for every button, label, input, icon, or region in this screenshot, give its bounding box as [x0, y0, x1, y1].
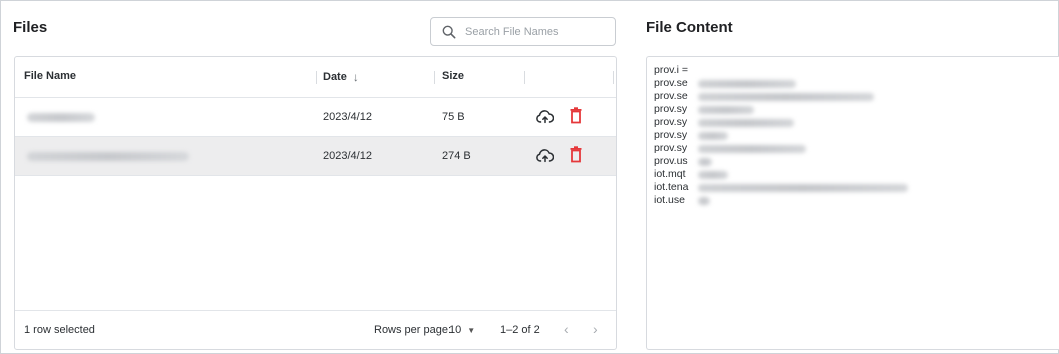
file-name-redacted [27, 152, 189, 161]
redacted-value [698, 132, 728, 140]
search-input[interactable] [465, 25, 615, 38]
caret-down-icon: ▼ [467, 325, 476, 335]
table-header: File Name Date ↓ Size [15, 57, 616, 98]
pagination-range: 1–2 of 2 [500, 324, 540, 336]
rows-per-page-value: 10 [449, 324, 462, 336]
redacted-value [698, 171, 728, 179]
column-header-size[interactable]: Size [442, 70, 464, 82]
app-frame: Files File Name Date ↓ Size [0, 0, 1059, 354]
file-date: 2023/4/12 [323, 111, 372, 123]
content-line: prov.i = [654, 64, 688, 76]
column-header-date[interactable]: Date ↓ [323, 70, 359, 84]
redacted-value [698, 93, 874, 101]
trash-icon[interactable] [570, 146, 582, 163]
search-field[interactable] [430, 17, 616, 46]
file-name-redacted [27, 113, 95, 122]
file-date: 2023/4/12 [323, 150, 372, 162]
column-separator[interactable] [524, 71, 525, 84]
rows-per-page-select[interactable]: 10 ▼ [449, 324, 475, 336]
file-size: 274 B [442, 150, 471, 162]
file-size: 75 B [442, 111, 465, 123]
redacted-value [698, 184, 908, 192]
column-separator[interactable] [316, 71, 317, 84]
content-line: prov.sy [654, 103, 754, 116]
content-line: prov.se [654, 90, 874, 103]
chevron-left-icon[interactable]: ‹ [564, 321, 569, 337]
redacted-value [698, 106, 754, 114]
content-line: iot.tena [654, 181, 908, 194]
column-header-file-name[interactable]: File Name [24, 70, 76, 82]
column-header-size-label: Size [442, 70, 465, 82]
column-separator[interactable] [613, 71, 614, 84]
content-line: prov.sy [654, 142, 806, 155]
redacted-value [698, 119, 794, 127]
rows-per-page-label: Rows per page: [374, 324, 452, 336]
content-line: prov.sy [654, 129, 728, 142]
file-content-title: File Content [646, 19, 733, 36]
trash-icon[interactable] [570, 107, 582, 124]
files-table: File Name Date ↓ Size 2023/4/12 75 B 202… [14, 56, 617, 350]
column-header-date-label: Date [323, 71, 347, 83]
column-separator[interactable] [434, 71, 435, 84]
content-line: prov.us [654, 155, 712, 168]
column-header-file-name-label: File Name [24, 70, 76, 82]
search-icon [442, 25, 456, 38]
content-line: prov.se [654, 77, 796, 90]
selection-count: 1 row selected [24, 324, 95, 336]
redacted-value [698, 80, 796, 88]
sort-down-icon[interactable]: ↓ [353, 70, 359, 84]
cloud-upload-icon[interactable] [536, 109, 554, 125]
content-line: iot.mqt [654, 168, 728, 181]
table-footer: 1 row selected Rows per page: 10 ▼ 1–2 o… [15, 310, 616, 349]
content-line: prov.sy [654, 116, 794, 129]
files-panel-title: Files [13, 19, 48, 36]
table-row[interactable]: 2023/4/12 75 B [15, 98, 616, 137]
cloud-upload-icon[interactable] [536, 148, 554, 164]
redacted-value [698, 197, 710, 205]
file-content-viewer[interactable]: prov.i = prov.se prov.se prov.sy prov.sy… [646, 56, 1059, 350]
content-line: iot.use [654, 194, 710, 207]
chevron-right-icon[interactable]: › [593, 321, 598, 337]
redacted-value [698, 145, 806, 153]
redacted-value [698, 158, 712, 166]
table-row-selected[interactable]: 2023/4/12 274 B [15, 137, 616, 176]
